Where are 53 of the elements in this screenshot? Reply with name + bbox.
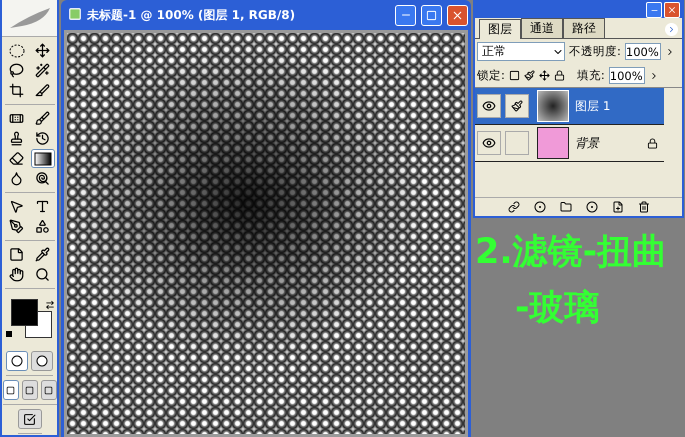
- close-icon: [451, 8, 464, 22]
- brush-icon: [511, 100, 523, 112]
- caption-text: -玻璃: [514, 287, 601, 330]
- opacity-label: 不透明度:: [569, 44, 621, 59]
- maximize-icon: [426, 10, 437, 20]
- brush-icon[interactable]: [524, 70, 535, 81]
- fill-field[interactable]: 100%: [608, 67, 645, 84]
- new-layer-icon[interactable]: [612, 201, 624, 213]
- trash-icon[interactable]: [638, 201, 650, 213]
- square-icon: [44, 386, 53, 394]
- panel-tab[interactable]: 路径: [563, 18, 605, 38]
- close-button[interactable]: [447, 4, 468, 26]
- window-title: 未标题-1 @ 100% (图层 1, RGB/8): [87, 6, 296, 24]
- screen-mode-button[interactable]: [40, 380, 56, 400]
- layer-thumbnail: [537, 90, 569, 122]
- checkbox-icon: [23, 412, 36, 426]
- square-icon: [6, 386, 15, 394]
- visibility-toggle[interactable]: [477, 94, 501, 118]
- layer-name: 图层 1: [575, 98, 612, 114]
- lock-label: 锁定:: [477, 68, 505, 83]
- fill-label: 填充:: [576, 68, 605, 83]
- panel-tab[interactable]: 通道: [521, 18, 563, 38]
- visibility-toggle[interactable]: [477, 131, 501, 155]
- screen-mode-button[interactable]: [22, 380, 38, 400]
- eye-icon: [482, 136, 496, 150]
- standard-mode-button[interactable]: [6, 351, 28, 371]
- layer-row[interactable]: 背景: [475, 125, 664, 162]
- screen-mode-button[interactable]: [2, 380, 18, 400]
- close-button[interactable]: [664, 2, 680, 18]
- link-cell: [505, 131, 529, 155]
- quick-mask-button[interactable]: [31, 351, 53, 371]
- caption-text: 2.滤镜-扭曲: [475, 231, 668, 274]
- minimize-button[interactable]: [646, 2, 662, 18]
- link-icon[interactable]: [508, 201, 520, 213]
- panel-menu-button[interactable]: [665, 23, 678, 36]
- square-icon: [25, 386, 34, 394]
- close-icon: [667, 5, 677, 15]
- gradient-icon[interactable]: [30, 149, 54, 168]
- lock-icon[interactable]: [554, 70, 565, 81]
- folder-icon[interactable]: [560, 201, 572, 213]
- feather-logo-icon: [2, 0, 57, 37]
- blend-mode-dropdown[interactable]: 正常: [477, 42, 565, 61]
- panel-tab[interactable]: 图层: [479, 19, 521, 39]
- layer-name: 背景: [575, 134, 601, 152]
- minimize-button[interactable]: [395, 4, 416, 26]
- move-icon[interactable]: [538, 70, 550, 81]
- layer-row[interactable]: 图层 1: [475, 88, 664, 125]
- jump-to-button[interactable]: [18, 409, 42, 429]
- maximize-button[interactable]: [421, 4, 442, 26]
- eye-icon: [482, 99, 496, 113]
- opacity-field[interactable]: 100%: [624, 43, 661, 60]
- circle-icon: [36, 355, 48, 367]
- circle-icon: [11, 355, 23, 367]
